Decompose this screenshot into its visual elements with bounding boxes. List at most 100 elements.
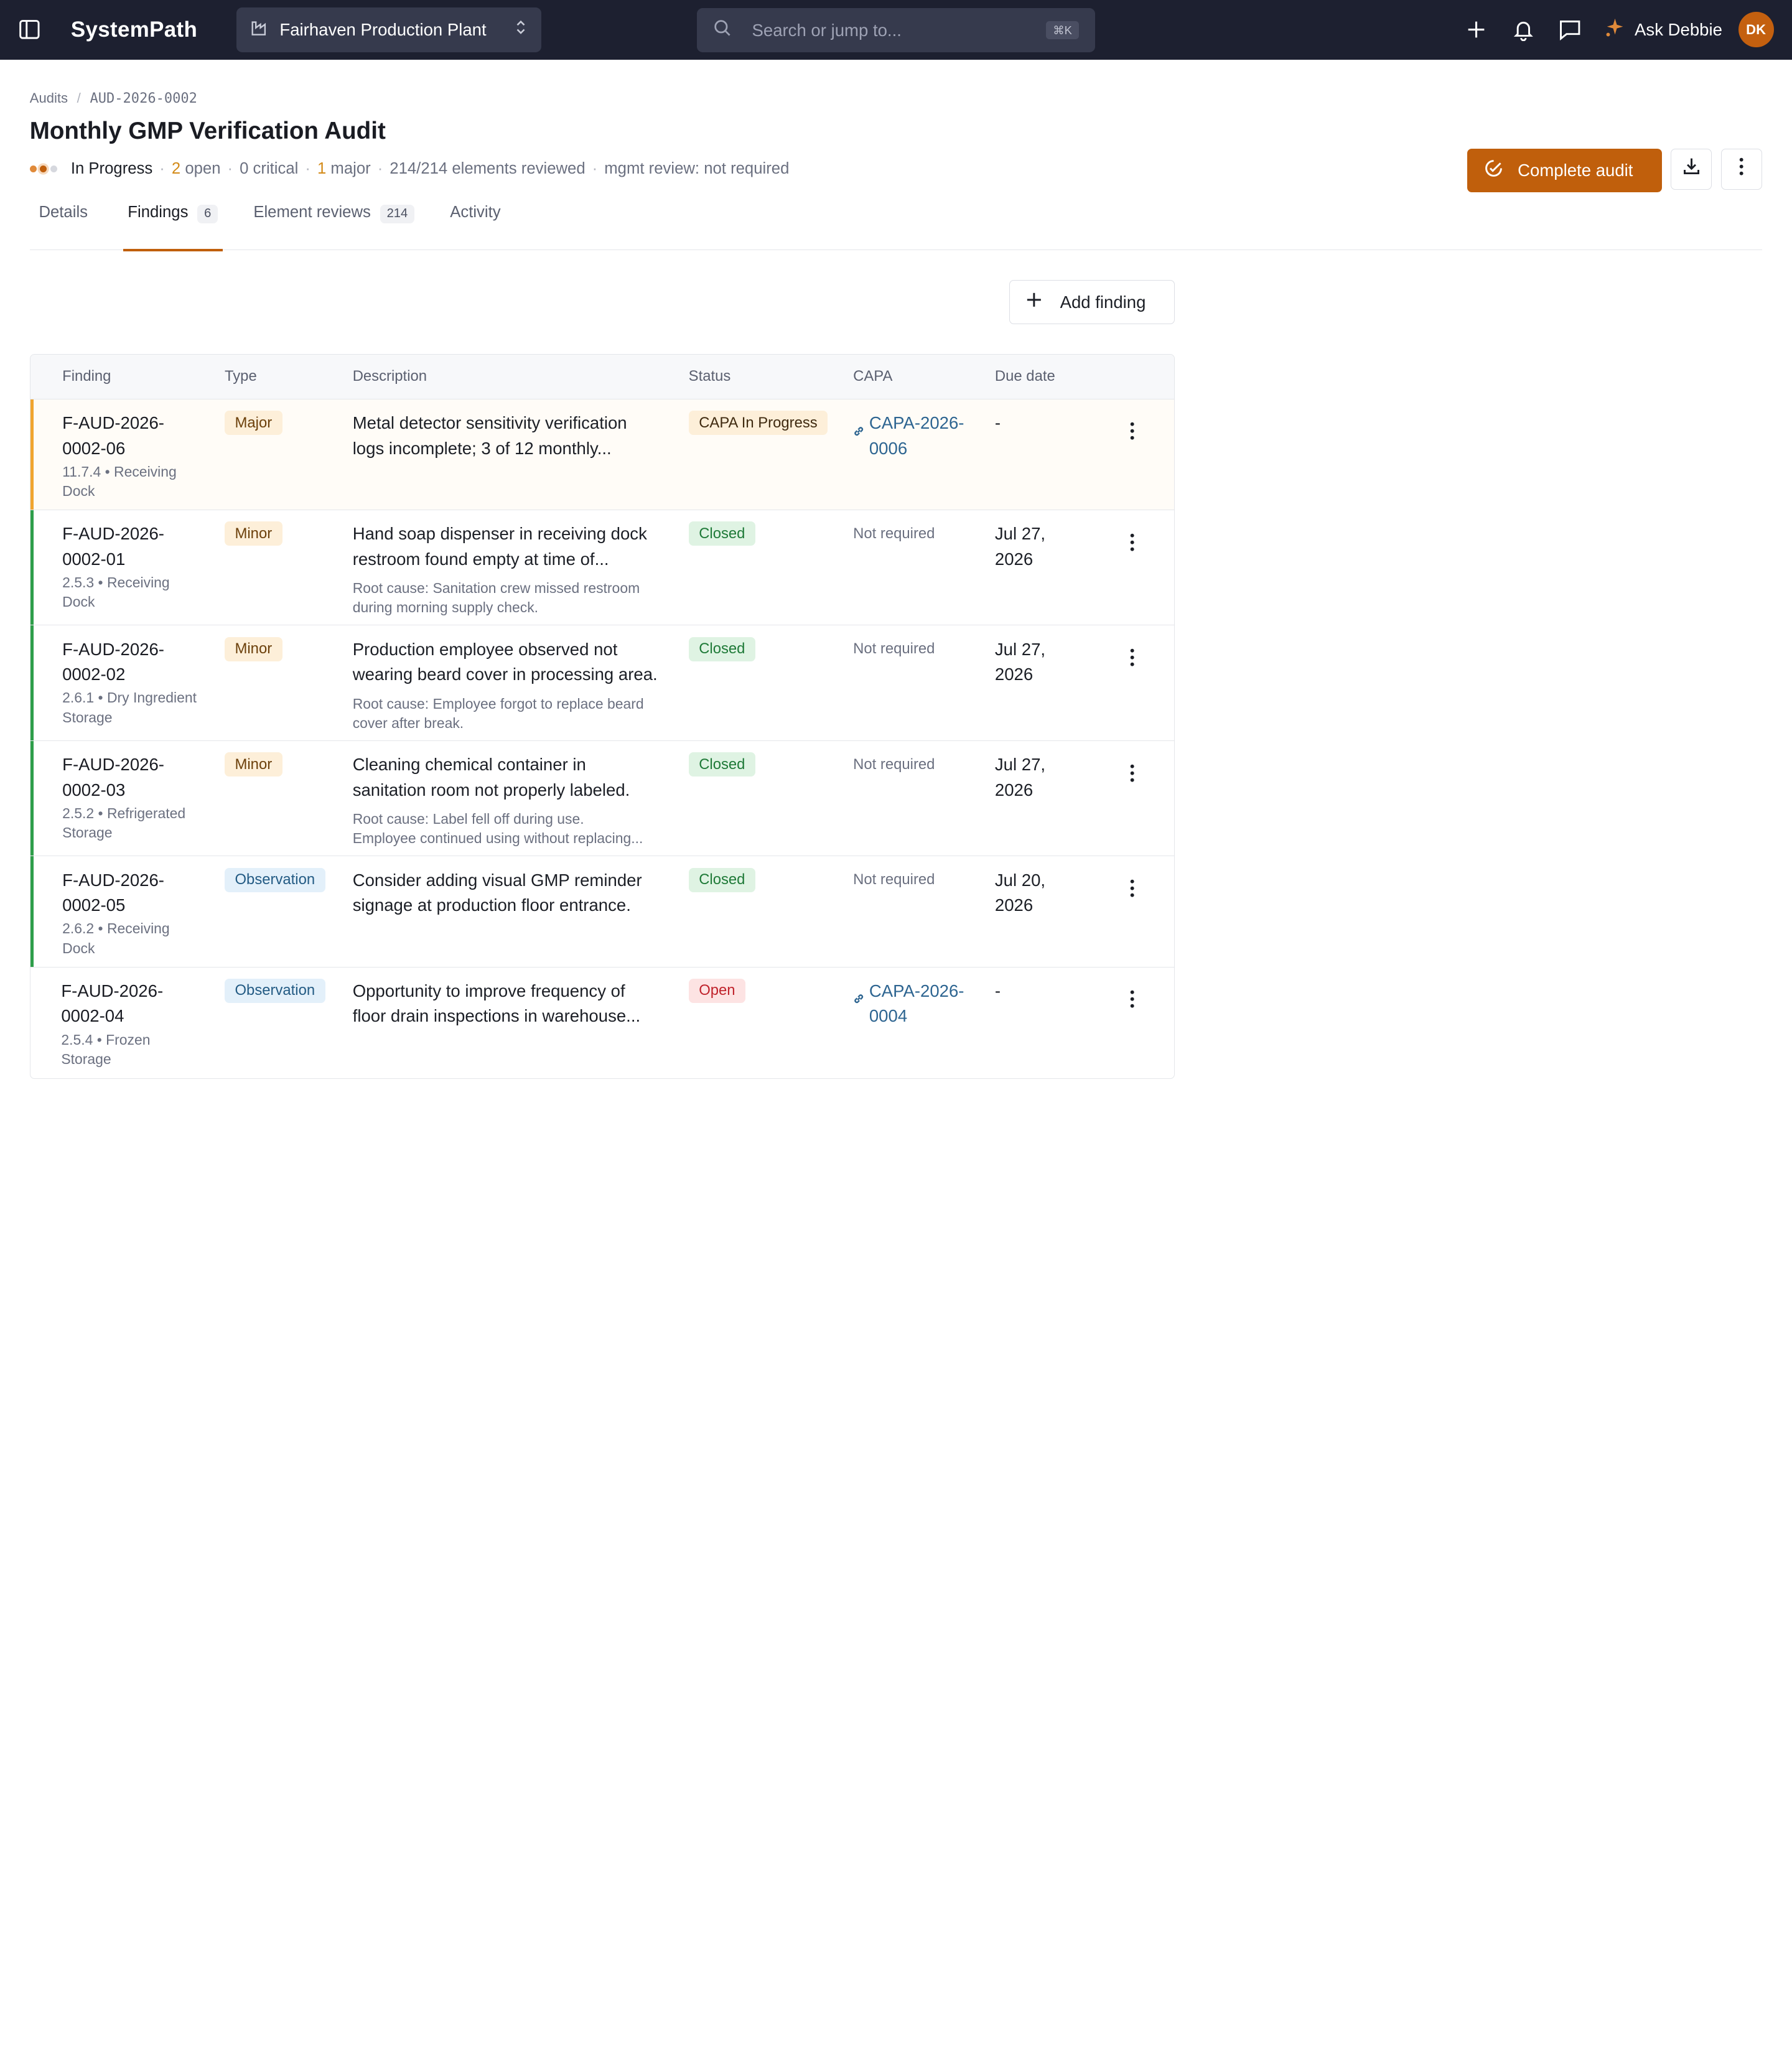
table-row[interactable]: F-AUD-2026- 0002-03 2.5.2 • Refrigerated S… [30, 740, 1175, 857]
row-more-vertical-icon[interactable] [1109, 422, 1155, 441]
topbar-actions: Ask Debbie DK [1453, 0, 1774, 60]
breadcrumb: Audits / AUD-2026-0002 [30, 90, 1762, 106]
status-badge: CAPA In Progress [688, 411, 828, 436]
top-navigation-bar: SystemPath Fairhaven Production Plant Se… [0, 0, 1792, 60]
status-badge: Closed [688, 521, 755, 546]
breadcrumb-current: AUD-2026-0002 [90, 90, 197, 106]
finding-element-location: 2.6.2 • Receiving Dock [62, 920, 170, 956]
chevron-up-down-icon [514, 19, 528, 40]
findings-table: Finding Type Description Status CAPA Due… [29, 354, 1175, 1079]
complete-audit-label: Complete audit [1518, 160, 1633, 180]
header-actions: Complete audit [1467, 148, 1763, 192]
tab-findings[interactable]: Findings 6 [123, 203, 223, 251]
sparkle-icon [1605, 17, 1625, 42]
status-badge: Closed [688, 637, 755, 661]
column-header-description[interactable]: Description [353, 368, 689, 385]
status-badge: Closed [688, 867, 755, 892]
type-badge: Minor [224, 637, 282, 661]
search-placeholder: Search or jump to... [752, 20, 902, 40]
finding-id[interactable]: F-AUD-2026- 0002-05 [62, 868, 225, 918]
tab-activity[interactable]: Activity [446, 203, 505, 250]
finding-element-location: 2.5.3 • Receiving Dock [62, 574, 170, 610]
messages-chat-icon[interactable] [1547, 0, 1594, 60]
table-row[interactable]: F-AUD-2026- 0002-05 2.6.2 • Receiving Dock… [30, 856, 1175, 968]
finding-element-location: 11.7.4 • Receiving Dock [62, 463, 177, 499]
ask-debbie-button[interactable]: Ask Debbie [1605, 17, 1722, 42]
critical-count-summary: 0 critical [240, 160, 299, 178]
complete-audit-button[interactable]: Complete audit [1467, 148, 1662, 192]
finding-description: Hand soap dispenser in receiving dock res… [352, 524, 647, 569]
findings-count-badge: 6 [197, 204, 218, 223]
finding-id[interactable]: F-AUD-2026- 0002-06 [62, 411, 225, 461]
row-more-vertical-icon[interactable] [1109, 879, 1155, 897]
row-more-vertical-icon[interactable] [1109, 533, 1155, 551]
table-row[interactable]: F-AUD-2026- 0002-06 11.7.4 • Receiving Doc… [30, 399, 1175, 510]
column-header-type[interactable]: Type [225, 368, 353, 385]
row-more-vertical-icon[interactable] [1109, 990, 1155, 1008]
more-options-button[interactable] [1721, 148, 1763, 190]
severity-indicator-bar [30, 399, 34, 510]
tab-details[interactable]: Details [34, 203, 92, 250]
due-date: - [994, 981, 1001, 1001]
major-count-summary: 1 major [317, 160, 371, 178]
notifications-bell-icon[interactable] [1500, 0, 1546, 60]
due-date: Jul 27, 2026 [994, 755, 1046, 800]
breadcrumb-separator: / [77, 90, 81, 106]
root-cause-text: Root cause: Sanitation crew missed restr… [352, 580, 640, 616]
due-date: Jul 27, 2026 [994, 639, 1046, 684]
search-shortcut-hint: ⌘K [1046, 21, 1079, 40]
type-badge: Major [224, 411, 282, 436]
finding-element-location: 2.5.4 • Frozen Storage [61, 1031, 151, 1067]
column-header-due-date[interactable]: Due date [995, 368, 1109, 385]
finding-id[interactable]: F-AUD-2026- 0002-04 [61, 979, 225, 1029]
column-header-status[interactable]: Status [689, 368, 853, 385]
row-more-vertical-icon[interactable] [1109, 648, 1155, 666]
add-finding-button[interactable]: Add finding [1009, 279, 1175, 325]
breadcrumb-parent-link[interactable]: Audits [30, 90, 68, 106]
tab-element-reviews[interactable]: Element reviews 214 [249, 203, 419, 250]
due-date: - [994, 413, 1001, 433]
finding-description: Production employee observed not wearing … [352, 639, 658, 684]
factory-icon [250, 19, 268, 41]
add-finding-label: Add finding [1060, 292, 1146, 312]
root-cause-text: Root cause: Label fell off during use. Em… [352, 811, 643, 847]
table-row[interactable]: F-AUD-2026- 0002-02 2.6.1 • Dry Ingredien… [30, 625, 1175, 741]
capa-not-required: Not required [853, 525, 935, 542]
audit-tabs: Details Findings 6 Element reviews 214 Act… [29, 203, 1763, 251]
global-search-input[interactable]: Search or jump to... ⌘K [697, 7, 1095, 53]
severity-indicator-bar [30, 625, 34, 740]
app-logo[interactable]: SystemPath [71, 17, 197, 42]
row-more-vertical-icon[interactable] [1109, 764, 1155, 782]
download-button[interactable] [1671, 148, 1712, 190]
status-badge: Closed [688, 752, 755, 777]
severity-indicator-bar [30, 510, 34, 625]
plus-icon [1026, 292, 1042, 312]
site-switcher[interactable]: Fairhaven Production Plant [236, 7, 541, 52]
elements-reviewed-summary: 214/214 elements reviewed [390, 160, 586, 178]
column-header-capa[interactable]: CAPA [853, 368, 995, 385]
due-date: Jul 20, 2026 [994, 870, 1046, 915]
user-avatar[interactable]: DK [1738, 12, 1774, 48]
finding-id[interactable]: F-AUD-2026- 0002-01 [62, 521, 225, 572]
column-header-finding[interactable]: Finding [30, 368, 225, 385]
app-page: SystemPath Fairhaven Production Plant Se… [0, 0, 1792, 1120]
capa-not-required: Not required [853, 640, 935, 658]
sidebar-toggle-icon[interactable] [18, 18, 41, 41]
capa-link[interactable]: CAPA-2026- 0004 [853, 979, 995, 1029]
element-reviews-count-badge: 214 [380, 204, 415, 223]
due-date: Jul 27, 2026 [994, 524, 1046, 569]
findings-toolbar: Add finding [30, 279, 1175, 325]
root-cause-text: Root cause: Employee forgot to replace b… [352, 695, 644, 731]
table-row[interactable]: F-AUD-2026- 0002-04 2.5.4 • Frozen Storage… [30, 968, 1174, 1078]
finding-id[interactable]: F-AUD-2026- 0002-03 [62, 752, 225, 803]
status-label: In Progress [70, 160, 153, 178]
progress-dots-icon [29, 166, 57, 173]
download-icon [1681, 156, 1702, 182]
table-header: Finding Type Description Status CAPA Due… [30, 355, 1175, 399]
page-title: Monthly GMP Verification Audit [29, 118, 386, 145]
table-row[interactable]: F-AUD-2026- 0002-01 2.5.3 • Receiving Dock… [30, 510, 1175, 626]
create-plus-icon[interactable] [1453, 0, 1500, 60]
search-icon [713, 19, 731, 41]
finding-id[interactable]: F-AUD-2026- 0002-02 [62, 637, 225, 688]
capa-link[interactable]: CAPA-2026- 0006 [853, 411, 995, 461]
